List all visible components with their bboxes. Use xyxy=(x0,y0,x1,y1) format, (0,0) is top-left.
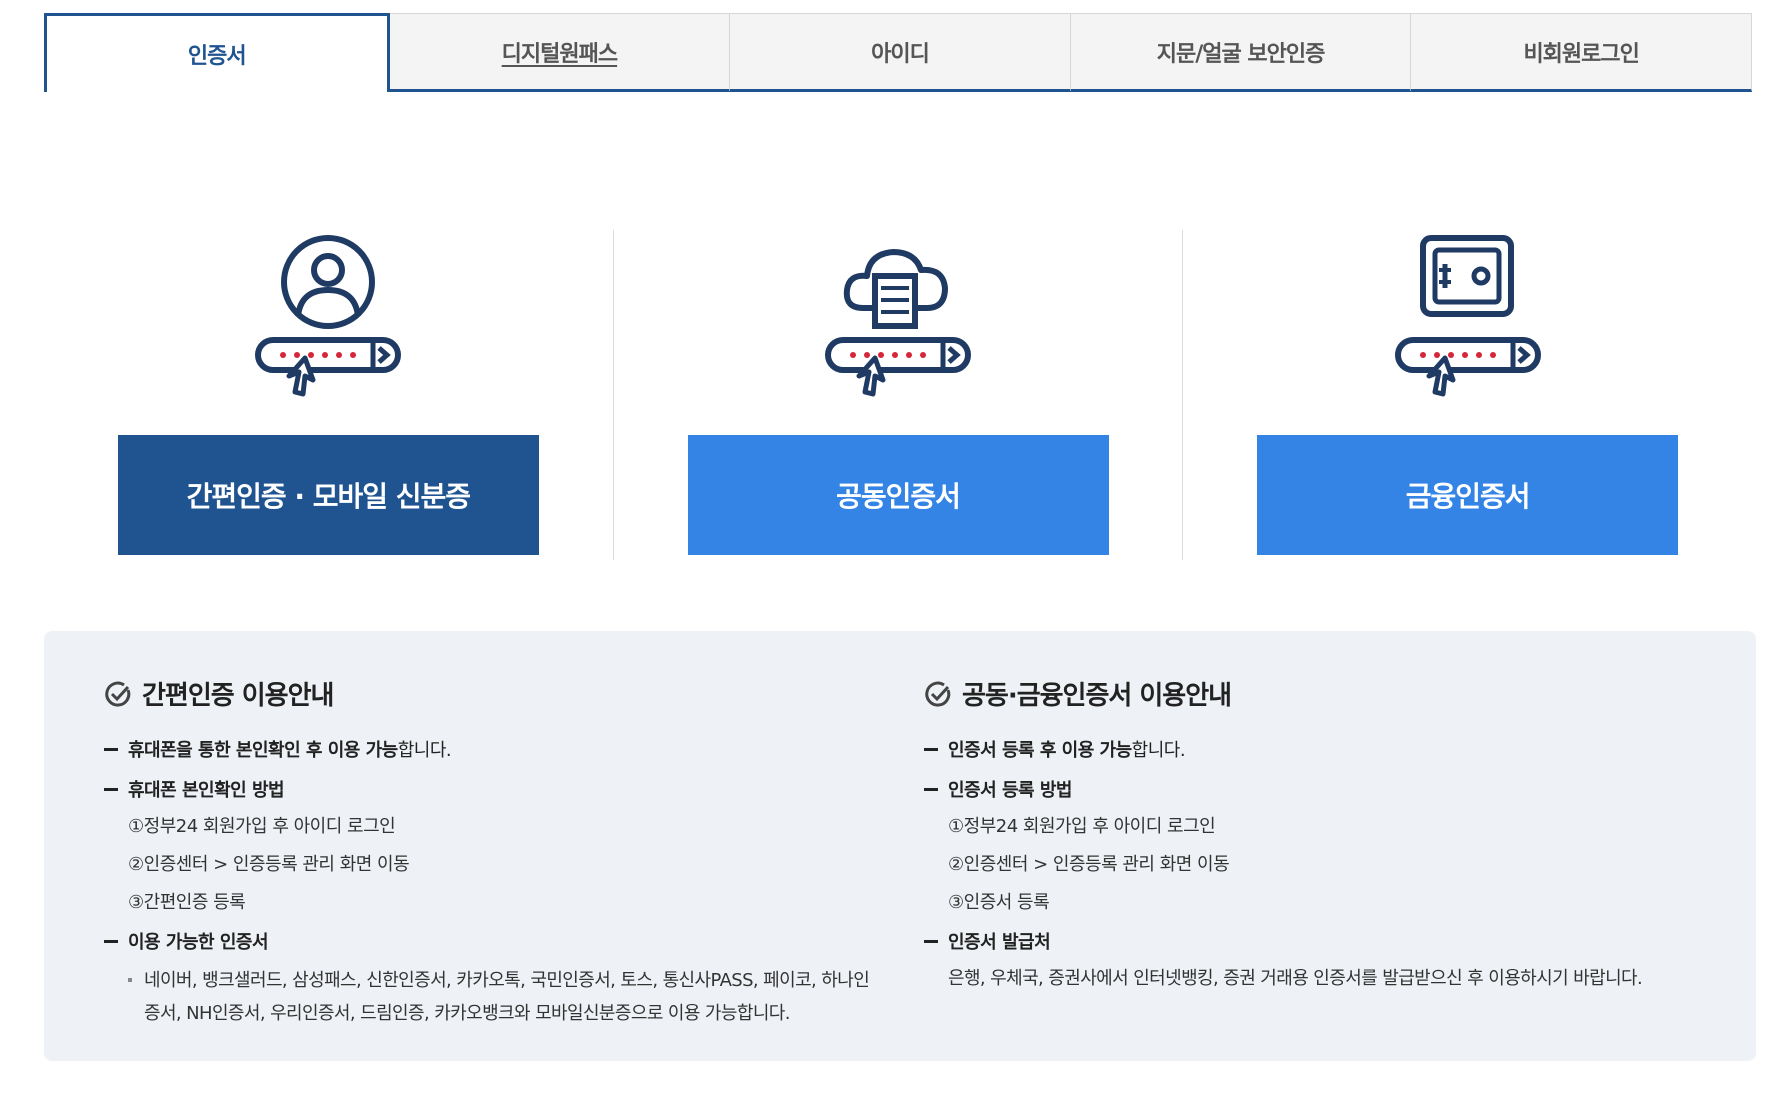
certificate-options: 간편인증 · 모바일 신분증 공동인증서 금융인증서 xyxy=(44,230,1752,560)
simple-auth-button[interactable]: 간편인증 · 모바일 신분증 xyxy=(117,435,539,555)
guide-title: 간편인증 이용안내 xyxy=(104,675,876,712)
safe-password-icon xyxy=(1394,235,1541,397)
guide-bullet: 인증서 발급처 xyxy=(924,928,1696,954)
dash-icon xyxy=(104,787,118,791)
guide-step: ②인증센터 > 인증등록 관리 화면 이동 xyxy=(948,854,1230,875)
tab-label: 아이디 xyxy=(871,41,930,67)
guide-title-text: 간편인증 이용안내 xyxy=(142,681,334,711)
dash-icon xyxy=(924,787,938,791)
tab-label: 비회원로그인 xyxy=(1523,41,1639,67)
card-financial-cert: 금융인증서 xyxy=(1182,230,1752,560)
simple-auth-guide: 간편인증 이용안내 휴대폰을 통한 본인확인 후 이용 가능 합니다. 휴대폰 본… xyxy=(104,675,876,1061)
dash-icon xyxy=(924,747,938,751)
guide-step: ③인증서 등록 xyxy=(948,892,1050,913)
usage-guide-panel: 간편인증 이용안내 휴대폰을 통한 본인확인 후 이용 가능 합니다. 휴대폰 본… xyxy=(44,631,1756,1061)
note-text: 네이버, 뱅크샐러드, 삼성패스, 신한인증서, 카카오톡, 국민인증서, 토스… xyxy=(144,970,870,1024)
tab-biometric[interactable]: 지문/얼굴 보안인증 xyxy=(1070,13,1412,92)
dash-icon xyxy=(924,939,938,943)
check-circle-icon xyxy=(105,681,131,707)
bullet-strong: 인증서 발급처 xyxy=(948,932,1051,953)
tab-digital-onepass[interactable]: 디지털원패스 xyxy=(389,13,731,92)
guide-bullet: 인증서 등록 후 이용 가능 합니다. xyxy=(924,736,1696,762)
guide-bullet: 휴대폰을 통한 본인확인 후 이용 가능 합니다. xyxy=(104,736,876,762)
tab-label: 디지털원패스 xyxy=(501,41,618,67)
joint-certificate-button[interactable]: 공동인증서 xyxy=(687,435,1109,555)
cert-guide: 공동·금융인증서 이용안내 인증서 등록 후 이용 가능 합니다. 인증서 등록 … xyxy=(876,675,1696,1061)
tab-label: 인증서 xyxy=(187,44,247,69)
card-simple-auth: 간편인증 · 모바일 신분증 xyxy=(44,230,613,560)
dash-icon xyxy=(104,939,118,943)
square-bullet-icon xyxy=(128,978,132,982)
bullet-strong: 휴대폰 본인확인 방법 xyxy=(128,780,285,801)
guide-bullet: 인증서 등록 방법 xyxy=(924,776,1696,802)
guide-title: 공동·금융인증서 이용안내 xyxy=(924,675,1696,712)
bullet-strong: 인증서 등록 방법 xyxy=(948,780,1072,801)
guide-step: ③간편인증 등록 xyxy=(128,892,246,913)
bullet-rest: 합니다. xyxy=(397,740,452,761)
guide-step: ①정부24 회원가입 후 아이디 로그인 xyxy=(948,816,1216,837)
bullet-strong: 인증서 등록 후 이용 가능 xyxy=(948,740,1132,761)
dash-icon xyxy=(104,747,118,751)
tab-guest-login[interactable]: 비회원로그인 xyxy=(1411,13,1752,92)
guide-bullet: 휴대폰 본인확인 방법 xyxy=(104,776,876,802)
guide-note: 은행, 우체국, 증권사에서 인터넷뱅킹, 증권 거래용 인증서를 발급받으신 … xyxy=(948,968,1643,989)
bullet-rest: 합니다. xyxy=(1131,740,1186,761)
guide-bullet: 이용 가능한 인증서 xyxy=(104,928,876,954)
guide-title-text: 공동·금융인증서 이용안내 xyxy=(962,681,1232,711)
guide-note: 네이버, 뱅크샐러드, 삼성패스, 신한인증서, 카카오톡, 국민인증서, 토스… xyxy=(128,964,876,1030)
tab-id[interactable]: 아이디 xyxy=(730,13,1071,92)
login-method-tabs: 인증서 디지털원패스 아이디 지문/얼굴 보안인증 비회원로그인 xyxy=(44,13,1752,92)
bullet-strong: 이용 가능한 인증서 xyxy=(128,932,269,953)
check-circle-icon xyxy=(925,681,951,707)
guide-step: ①정부24 회원가입 후 아이디 로그인 xyxy=(128,816,396,837)
guide-step: ②인증센터 > 인증등록 관리 화면 이동 xyxy=(128,854,410,875)
tab-label: 지문/얼굴 보안인증 xyxy=(1156,41,1326,67)
cloud-password-icon xyxy=(825,249,971,397)
financial-certificate-button[interactable]: 금융인증서 xyxy=(1257,435,1679,555)
bullet-strong: 휴대폰을 통한 본인확인 후 이용 가능 xyxy=(128,740,398,761)
user-password-icon xyxy=(255,235,402,397)
tab-certificate[interactable]: 인증서 xyxy=(44,13,390,92)
card-joint-cert: 공동인증서 xyxy=(612,230,1183,560)
